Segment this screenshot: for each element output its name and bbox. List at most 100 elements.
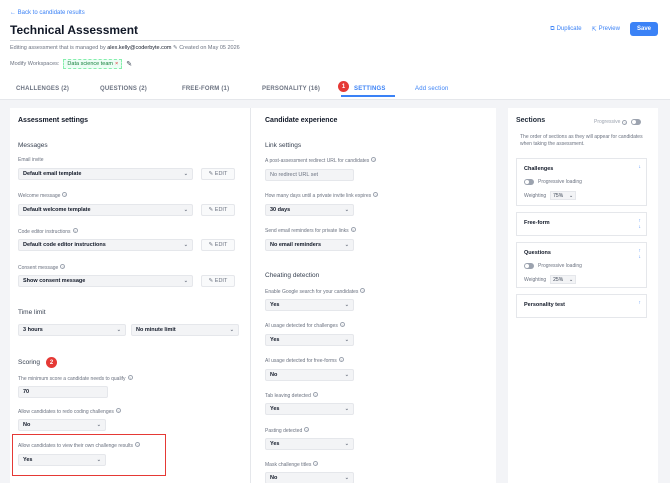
- tab-challenges[interactable]: CHALLENGES (2): [16, 86, 69, 92]
- tab-add-section[interactable]: Add section: [415, 86, 449, 92]
- redirect-label-text: A post-assessment redirect URL for candi…: [265, 158, 370, 164]
- remove-icon[interactable]: ×: [115, 61, 118, 67]
- welcome-message-select[interactable]: Default welcome template ⌄: [18, 204, 193, 216]
- progressive-loading-label: Progressive loading: [538, 263, 582, 269]
- min-score-label-text: The minimum score a candidate needs to q…: [18, 376, 126, 382]
- mask-titles-label: Mask challenge titles?: [265, 461, 319, 468]
- step-marker-1: 1: [338, 81, 349, 92]
- progressive-loading-toggle[interactable]: [524, 179, 534, 185]
- link-expiry-select[interactable]: 30 days ⌄: [265, 204, 354, 216]
- help-icon[interactable]: ?: [371, 157, 377, 163]
- redo-challenges-select[interactable]: No ⌄: [18, 419, 106, 431]
- edit-code-editor-button[interactable]: ✎ EDIT: [201, 239, 235, 251]
- reorder-arrows-icon[interactable]: ↑ ↓: [639, 218, 642, 230]
- workspace-tag-label: Data science team: [67, 61, 113, 67]
- help-icon[interactable]: ?: [312, 392, 318, 398]
- help-icon[interactable]: ?: [360, 288, 366, 294]
- chevron-down-icon: ⌄: [344, 337, 349, 343]
- email-reminders-select[interactable]: No email reminders ⌄: [265, 239, 354, 251]
- welcome-label-text: Welcome message: [18, 193, 61, 199]
- managed-by-line: Editing assessment that is managed by al…: [10, 45, 240, 51]
- min-score-input[interactable]: 70: [18, 386, 108, 398]
- pasting-select[interactable]: Yes ⌄: [265, 438, 354, 450]
- created-date: Created on May 05 2026: [179, 45, 240, 51]
- help-icon[interactable]: ?: [127, 375, 133, 381]
- help-icon[interactable]: ?: [313, 461, 319, 467]
- section-card-personality[interactable]: Personality test ↑: [516, 294, 647, 318]
- ai-freeform-select[interactable]: No ⌄: [265, 369, 354, 381]
- reminders-value: No email reminders: [270, 242, 322, 248]
- redirect-url-input[interactable]: No redirect URL set: [265, 169, 354, 181]
- email-invite-select[interactable]: Default email template ⌄: [18, 168, 193, 180]
- chevron-down-icon: ⌄: [229, 327, 234, 333]
- section-card-free-form[interactable]: Free-form ↑ ↓: [516, 212, 647, 236]
- progressive-toggle[interactable]: [631, 119, 642, 125]
- edit-consent-button[interactable]: ✎ EDIT: [201, 275, 235, 287]
- help-icon[interactable]: ?: [350, 227, 356, 233]
- code-editor-select[interactable]: Default code editor instructions ⌄: [18, 239, 193, 251]
- external-link-icon: ⇱: [591, 26, 597, 33]
- edit-email-invite-button[interactable]: ✎ EDIT: [201, 168, 235, 180]
- progressive-loading-toggle[interactable]: [524, 263, 534, 269]
- help-icon[interactable]: ?: [115, 408, 121, 414]
- sections-description: The order of sections as they will appea…: [520, 134, 643, 147]
- scoring-title: Scoring: [18, 359, 41, 366]
- help-icon[interactable]: ?: [72, 228, 78, 234]
- weighting-row: Weighting 75% ⌄: [524, 191, 577, 200]
- tab-leaving-select[interactable]: Yes ⌄: [265, 403, 354, 415]
- duplicate-button[interactable]: ⧉ Duplicate: [550, 26, 581, 33]
- progressive-label: Progressive: [594, 119, 621, 125]
- pasting-label-text: Pasting detected: [265, 428, 303, 434]
- chevron-down-icon: ⌄: [116, 327, 121, 333]
- weighting-label: Weighting: [524, 276, 547, 283]
- consent-message-label: Consent message?: [18, 264, 66, 271]
- weighting-select[interactable]: 75% ⌄: [550, 191, 577, 200]
- help-icon[interactable]: ?: [622, 119, 628, 126]
- duplicate-label: Duplicate: [556, 26, 582, 32]
- google-search-select[interactable]: Yes ⌄: [265, 299, 354, 311]
- time-limit-minutes-value: No minute limit: [136, 327, 176, 333]
- edit-welcome-button[interactable]: ✎ EDIT: [201, 204, 235, 216]
- section-card-challenges[interactable]: Challenges ↓ Progressive loading Weighti…: [516, 158, 647, 206]
- ai-challenges-label-text: AI usage detected for challenges: [265, 323, 338, 329]
- move-up-icon[interactable]: ↑: [639, 300, 642, 306]
- redirect-url-label: A post-assessment redirect URL for candi…: [265, 157, 377, 164]
- ai-challenges-select[interactable]: Yes ⌄: [265, 334, 354, 346]
- pencil-icon[interactable]: ✎: [173, 45, 178, 51]
- tab-free-form[interactable]: FREE-FORM (1): [182, 86, 229, 92]
- reorder-arrows-icon[interactable]: ↑ ↓: [639, 248, 642, 260]
- welcome-message-label: Welcome message?: [18, 192, 68, 199]
- weighting-select[interactable]: 25% ⌄: [550, 275, 577, 284]
- consent-message-select[interactable]: Show consent message ⌄: [18, 275, 193, 287]
- section-card-questions[interactable]: Questions ↑ ↓ Progressive loading Weighti…: [516, 242, 647, 288]
- code-editor-label: Code editor instructions?: [18, 228, 78, 235]
- save-button[interactable]: Save: [629, 22, 658, 36]
- consent-value: Show consent message: [23, 278, 86, 284]
- help-icon[interactable]: ?: [62, 192, 68, 198]
- help-icon[interactable]: ?: [373, 192, 379, 198]
- move-down-icon[interactable]: ↓: [639, 164, 642, 170]
- managed-prefix: Editing assessment that is managed by: [10, 45, 106, 51]
- header-actions: ⧉ Duplicate ⇱ Preview Save: [550, 22, 658, 36]
- tab-leaving-label-text: Tab leaving detected: [265, 393, 311, 399]
- time-limit-minutes-select[interactable]: No minute limit ⌄: [131, 324, 239, 336]
- chevron-down-icon: ⌄: [183, 207, 188, 213]
- email-invite-label: Email invite: [18, 157, 44, 163]
- help-icon[interactable]: ?: [338, 357, 344, 363]
- back-to-results-link[interactable]: ← Back to candidate results: [10, 10, 85, 16]
- section-name: Questions: [524, 250, 551, 256]
- edit-workspaces-icon[interactable]: ✎: [126, 60, 132, 68]
- preview-button[interactable]: ⇱ Preview: [592, 26, 620, 33]
- help-icon[interactable]: ?: [339, 322, 345, 328]
- tab-personality[interactable]: PERSONALITY (16): [262, 86, 320, 92]
- pasting-label: Pasting detected?: [265, 427, 310, 434]
- tab-leaving-value: Yes: [270, 406, 280, 412]
- help-icon[interactable]: ?: [60, 264, 66, 270]
- tab-settings[interactable]: SETTINGS: [354, 86, 386, 92]
- google-value: Yes: [270, 302, 280, 308]
- tab-questions[interactable]: QUESTIONS (2): [100, 86, 147, 92]
- time-limit-hours-select[interactable]: 3 hours ⌄: [18, 324, 126, 336]
- link-settings-title: Link settings: [265, 142, 302, 149]
- mask-titles-select[interactable]: No ⌄: [265, 472, 354, 483]
- help-icon[interactable]: ?: [304, 427, 310, 433]
